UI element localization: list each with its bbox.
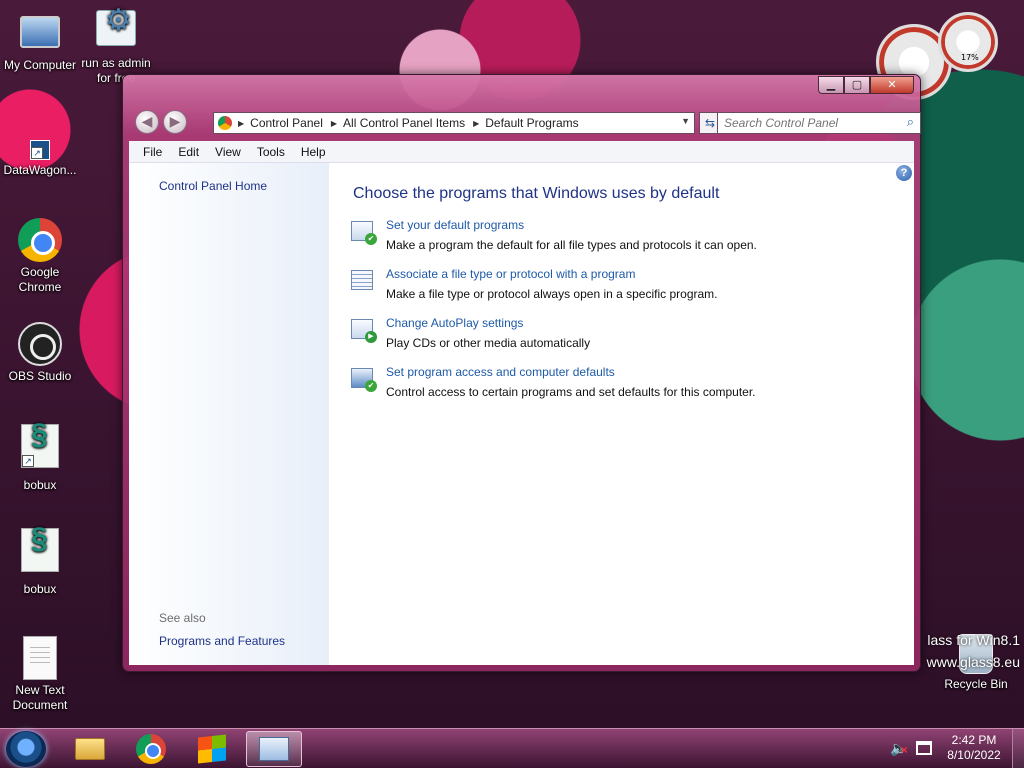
watermark-line1: lass for Win8.1 [927,632,1020,648]
system-clock[interactable]: 2:42 PM 8/10/2022 [940,733,1008,763]
taskbar-control-panel[interactable] [246,731,302,767]
gauge-gadget-small: 17% [938,12,998,72]
task-description: Play CDs or other media automatically [386,336,591,350]
menu-bar: File Edit View Tools Help [129,141,914,163]
task-program-access: Set program access and computer defaults… [351,365,791,405]
watermark-line2: www.glass8.eu [926,654,1020,670]
show-desktop-button[interactable] [1012,729,1024,768]
clock-time: 2:42 PM [951,733,997,747]
menu-help[interactable]: Help [293,145,334,159]
taskbar-explorer[interactable] [62,731,118,767]
windows-logo-icon [198,734,226,764]
desktop-icon-label: bobux [23,582,57,596]
main-pane: ? Choose the programs that Windows uses … [329,163,914,665]
chrome-icon [18,218,62,262]
menu-file[interactable]: File [135,145,170,159]
left-pane: Control Panel Home See also Programs and… [129,163,329,665]
desktop-icon-new-text-document[interactable]: New Text Document [0,636,80,713]
control-panel-icon [259,737,289,761]
desktop-icon-label: OBS Studio [8,369,72,383]
set-default-programs-link[interactable]: Set your default programs [386,218,524,232]
desktop-icon-label: DataWagon... [3,163,77,177]
bobux-file-icon [21,528,59,572]
change-autoplay-link[interactable]: Change AutoPlay settings [386,316,523,330]
program-access-link[interactable]: Set program access and computer defaults [386,365,615,379]
search-box[interactable]: ⌕ [717,112,921,134]
window-content: Control Panel Home See also Programs and… [129,163,914,665]
breadcrumb-default-programs[interactable]: Default Programs [485,116,578,130]
task-change-autoplay: Change AutoPlay settings Play CDs or oth… [351,316,791,356]
menu-edit[interactable]: Edit [170,145,207,159]
control-panel-window[interactable]: ▁ ▢ ✕ ◀ ▶ ▶ Control Panel ▶ All Control … [122,74,921,672]
task-description: Control access to certain programs and s… [386,385,756,399]
menu-tools[interactable]: Tools [249,145,293,159]
default-programs-icon [351,221,377,245]
close-button[interactable]: ✕ [870,76,914,94]
shortcut-arrow-icon: ↗ [22,455,34,467]
refresh-icon: ⇆ [704,116,716,130]
window-controls: ▁ ▢ ✕ [818,76,914,94]
control-panel-home-link[interactable]: Control Panel Home [159,179,267,193]
forward-button[interactable]: ▶ [163,110,187,134]
desktop-icon-label: bobux [23,478,57,492]
desktop-icon-label: Recycle Bin [944,677,1008,691]
desktop-icon-datawagon[interactable]: ↗ DataWagon... [0,140,80,178]
search-input[interactable] [718,113,888,133]
breadcrumb-separator-icon[interactable]: ▶ [473,119,479,128]
chrome-icon [136,734,166,764]
search-icon[interactable]: ⌕ [907,115,914,130]
folder-icon [75,738,105,760]
gadget-percent: 17% [961,53,979,62]
minimize-button[interactable]: ▁ [818,76,844,94]
text-document-icon [23,636,57,680]
control-panel-icon [218,116,232,130]
desktop-icon-bobux-1[interactable]: ↗ bobux [0,424,80,493]
programs-and-features-link[interactable]: Programs and Features [159,634,285,648]
address-bar[interactable]: ▶ Control Panel ▶ All Control Panel Item… [213,112,695,134]
desktop-icon-label: My Computer [3,58,77,72]
breadcrumb-separator-icon[interactable]: ▶ [331,119,337,128]
clock-date: 8/10/2022 [947,748,1001,762]
datawagon-icon: ↗ [30,140,50,160]
task-set-default-programs: Set your default programs Make a program… [351,218,791,258]
back-arrow-icon: ◀ [141,114,153,130]
see-also-label: See also [159,611,206,625]
task-description: Make a program the default for all file … [386,238,757,252]
shortcut-arrow-icon: ↗ [31,147,43,159]
file-association-icon [351,270,373,290]
desktop-icon-bobux-2[interactable]: bobux [0,528,80,597]
task-description: Make a file type or protocol always open… [386,287,718,301]
autoplay-icon [351,319,377,343]
chevron-down-icon[interactable]: ▼ [681,116,690,126]
associate-file-type-link[interactable]: Associate a file type or protocol with a… [386,267,635,281]
taskbar: 🔈 2:42 PM 8/10/2022 [0,728,1024,768]
obs-icon [18,322,62,366]
desktop-icon-google-chrome[interactable]: Google Chrome [0,218,80,295]
breadcrumb-control-panel[interactable]: Control Panel [250,116,323,130]
bobux-file-icon: ↗ [21,424,59,468]
maximize-button[interactable]: ▢ [844,76,870,94]
task-associate-file-type: Associate a file type or protocol with a… [351,267,791,307]
breadcrumb-all-items[interactable]: All Control Panel Items [343,116,465,130]
computer-icon [20,16,60,48]
back-button[interactable]: ◀ [135,110,159,134]
network-icon[interactable] [916,741,932,755]
taskbar-chrome[interactable] [123,731,179,767]
menu-view[interactable]: View [207,145,249,159]
taskbar-windows[interactable] [184,731,240,767]
start-button[interactable] [6,731,46,767]
help-icon[interactable]: ? [896,165,912,181]
desktop-icon-label: Google Chrome [18,265,62,294]
navigation-bar: ◀ ▶ ▶ Control Panel ▶ All Control Panel … [133,109,921,135]
desktop-icon-my-computer[interactable]: My Computer [0,8,80,73]
page-title: Choose the programs that Windows uses by… [353,185,720,202]
breadcrumb-separator-icon[interactable]: ▶ [238,119,244,128]
volume-muted-icon[interactable]: 🔈 [890,741,909,757]
desktop-icon-label: New Text Document [12,683,68,712]
gear-icon [96,10,136,46]
program-access-icon [351,368,377,392]
forward-arrow-icon: ▶ [169,114,181,130]
desktop-icon-obs-studio[interactable]: OBS Studio [0,322,80,384]
